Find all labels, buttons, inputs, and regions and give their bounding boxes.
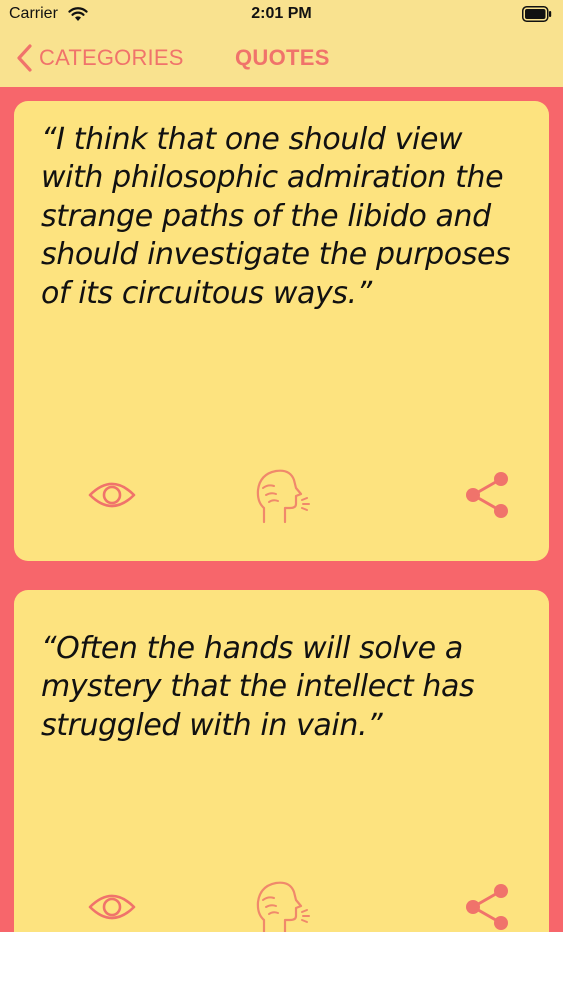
quote-card: “I think that one should view with philo… xyxy=(14,101,549,561)
status-bar: Carrier 2:01 PM xyxy=(0,0,563,30)
quotes-list[interactable]: “I think that one should view with philo… xyxy=(0,87,563,932)
page-title: QUOTES xyxy=(235,45,330,70)
eye-icon[interactable] xyxy=(87,890,137,924)
bottom-blank-area xyxy=(0,932,563,1000)
chevron-left-icon xyxy=(17,44,32,72)
top-bar: Carrier 2:01 PM CATEGORIES QUOTES xyxy=(0,0,563,87)
share-icon[interactable] xyxy=(461,881,513,932)
quote-text: “Often the hands will solve a mystery th… xyxy=(41,631,475,743)
battery-icon xyxy=(522,6,552,22)
quote-text: “I think that one should view with philo… xyxy=(41,122,511,311)
status-time: 2:01 PM xyxy=(251,5,312,22)
navigation-bar: CATEGORIES QUOTES xyxy=(0,38,563,78)
speaking-head-icon[interactable] xyxy=(252,876,314,932)
share-icon[interactable] xyxy=(461,469,513,521)
eye-icon[interactable] xyxy=(87,478,137,512)
speaking-head-icon[interactable] xyxy=(252,464,314,526)
back-button-label: CATEGORIES xyxy=(39,45,184,70)
quote-card: “Often the hands will solve a mystery th… xyxy=(14,590,549,932)
back-button[interactable]: CATEGORIES xyxy=(15,42,184,74)
